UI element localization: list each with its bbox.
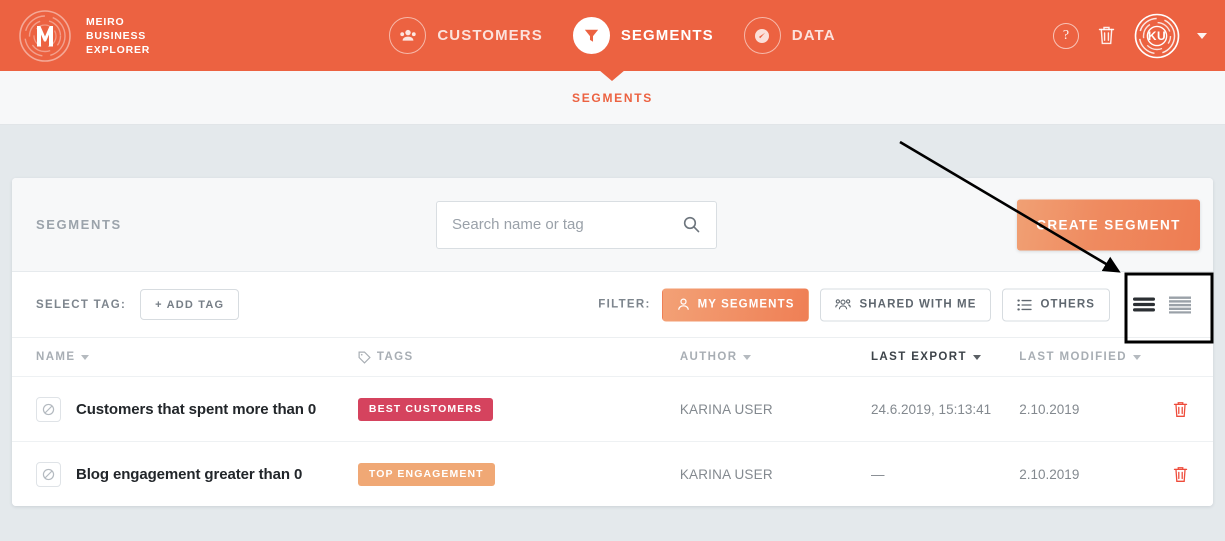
sort-caret-icon (743, 354, 752, 360)
brand-line-1: MEIRO (86, 15, 125, 28)
delete-segment-button[interactable] (1172, 400, 1189, 419)
column-header-tags: TAGS (358, 351, 680, 364)
filter-others-button[interactable]: OTHERS (1002, 288, 1110, 321)
segment-name-cell[interactable]: Blog engagement greater than 0 (36, 461, 358, 487)
column-header-last-modified-label: LAST MODIFIED (1019, 351, 1127, 363)
search-box[interactable] (436, 200, 717, 249)
hidden-circle-slash-icon (36, 461, 61, 487)
sort-caret-icon (81, 354, 90, 360)
avatar-initials: KU (1147, 28, 1167, 43)
search-input[interactable] (452, 216, 682, 233)
gauge-icon (743, 17, 781, 54)
nav-label-customers: CUSTOMERS (437, 27, 543, 44)
people-icon (389, 17, 427, 54)
segment-name: Blog engagement greater than 0 (76, 465, 303, 483)
select-tag-label: SELECT TAG: (36, 298, 127, 311)
brand-line-2: BUSINESS (86, 29, 147, 42)
column-header-author-label: AUTHOR (679, 351, 738, 363)
filter-my-segments-label: MY SEGMENTS (697, 298, 795, 311)
card-header: SEGMENTS CREATE SEGMENT (12, 178, 1213, 272)
nav-label-data: DATA (791, 27, 836, 44)
segment-name-cell[interactable]: Customers that spent more than 0 (36, 396, 358, 422)
search-icon[interactable] (682, 215, 701, 234)
sort-caret-icon (1132, 354, 1141, 360)
sort-caret-icon (972, 354, 981, 360)
segment-tags-cell: TOP ENGAGEMENT (357, 462, 680, 486)
filter-my-segments-button[interactable]: MY SEGMENTS (661, 288, 810, 321)
chevron-down-icon[interactable] (1197, 32, 1207, 39)
trash-icon (1173, 466, 1188, 482)
segment-last-modified: 2.10.2019 (1019, 466, 1080, 482)
list-view-dense-icon[interactable] (1169, 296, 1191, 313)
column-header-tags-label: TAGS (376, 351, 414, 363)
column-header-author[interactable]: AUTHOR (680, 351, 871, 363)
table-row[interactable]: Blog engagement greater than 0 TOP ENGAG… (12, 441, 1213, 506)
help-icon[interactable]: ? (1053, 22, 1079, 49)
add-tag-button[interactable]: + ADD TAG (140, 289, 240, 320)
filter-label: FILTER: (598, 298, 651, 311)
funnel-icon (572, 17, 610, 54)
column-header-last-modified[interactable]: LAST MODIFIED (1019, 351, 1146, 363)
segment-tags-cell: BEST CUSTOMERS (357, 397, 680, 421)
column-header-last-export-label: LAST EXPORT (871, 351, 967, 363)
segment-author: KARINA USER (679, 466, 773, 482)
nav-item-data[interactable]: DATA (743, 17, 836, 54)
breadcrumb-strip: SEGMENTS (0, 70, 1225, 125)
column-header-name-label: NAME (36, 351, 76, 363)
filter-shared-with-me-button[interactable]: SHARED WITH ME (820, 288, 992, 321)
table-header-row: NAME TAGS AUTHOR LAST EXPORT LAST MODIFI… (12, 338, 1213, 376)
nav-item-customers[interactable]: CUSTOMERS (389, 17, 542, 54)
filter-group: FILTER: MY SEGMENTS SHARED WITH ME OTHER… (598, 288, 1110, 321)
segment-name: Customers that spent more than 0 (76, 400, 317, 418)
nav-item-segments[interactable]: SEGMENTS (572, 17, 714, 54)
column-header-name[interactable]: NAME (36, 351, 358, 363)
breadcrumb-pointer-icon (599, 70, 625, 81)
filter-row: SELECT TAG: + ADD TAG FILTER: MY SEGMENT… (12, 272, 1213, 338)
page-body: SEGMENTS CREATE SEGMENT SELECT TAG: + AD… (0, 125, 1225, 506)
list-view-compact-icon[interactable] (1133, 297, 1155, 313)
hidden-circle-slash-icon (36, 396, 61, 422)
trash-icon (1173, 401, 1188, 417)
breadcrumb[interactable]: SEGMENTS (572, 91, 653, 105)
list-icon (1017, 299, 1033, 310)
filter-others-label: OTHERS (1040, 298, 1095, 311)
people-group-icon (835, 299, 852, 310)
segment-last-export: — (871, 466, 885, 482)
create-segment-button[interactable]: CREATE SEGMENT (1017, 199, 1200, 250)
segment-tag-chip[interactable]: BEST CUSTOMERS (357, 397, 494, 421)
meiro-maze-logo-icon (19, 9, 71, 62)
segment-author: KARINA USER (679, 401, 773, 417)
top-navigation-bar: MEIRO BUSINESS EXPLORER CUSTOMERS SEGMEN… (0, 0, 1225, 71)
delete-segment-button[interactable] (1172, 465, 1189, 484)
segment-tag-chip[interactable]: TOP ENGAGEMENT (357, 462, 495, 486)
view-mode-toggle (1133, 296, 1191, 313)
nav-label-segments: SEGMENTS (620, 27, 714, 44)
top-bar-actions: ? KU (1053, 13, 1207, 59)
trash-icon[interactable] (1096, 24, 1117, 47)
table-row[interactable]: Customers that spent more than 0 BEST CU… (12, 376, 1213, 441)
page-title: SEGMENTS (36, 217, 122, 232)
avatar[interactable]: KU (1134, 13, 1180, 59)
brand-name: MEIRO BUSINESS EXPLORER (86, 15, 150, 57)
column-header-last-export[interactable]: LAST EXPORT (871, 351, 1019, 363)
brand-line-3: EXPLORER (86, 43, 151, 56)
person-icon (677, 298, 689, 310)
filter-shared-with-me-label: SHARED WITH ME (859, 298, 977, 311)
brand-logo-block[interactable]: MEIRO BUSINESS EXPLORER (18, 9, 150, 63)
segment-last-modified: 2.10.2019 (1019, 401, 1080, 417)
segment-last-export: 24.6.2019, 15:13:41 (871, 401, 992, 417)
tag-icon (358, 351, 371, 364)
segments-card: SEGMENTS CREATE SEGMENT SELECT TAG: + AD… (12, 178, 1213, 506)
main-navigation: CUSTOMERS SEGMENTS DATA (0, 17, 1225, 54)
